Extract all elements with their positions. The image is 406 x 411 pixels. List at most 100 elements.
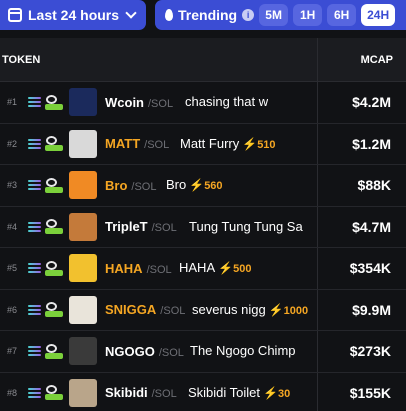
token-description: Skibidi Toilet ⚡30 bbox=[188, 384, 291, 400]
mcap-value: $354K bbox=[349, 260, 391, 277]
boost-badge: ⚡500 bbox=[218, 261, 252, 276]
token-pair: /SOL bbox=[148, 97, 174, 110]
token-description: Tung Tung Tung Sa bbox=[189, 218, 303, 234]
token-pair: /SOL bbox=[160, 305, 186, 318]
table-row[interactable]: #8 Skibidi/SOL Skibidi Toilet ⚡30 $155K bbox=[0, 373, 406, 411]
dex-icon bbox=[44, 385, 64, 401]
solana-icon bbox=[28, 97, 41, 108]
token-pair: /SOL bbox=[146, 263, 172, 276]
top-toolbar: Last 24 hours Trending i 5M 1H 6H 24H bbox=[0, 0, 406, 38]
mcap-value: $155K bbox=[349, 384, 391, 401]
token-name[interactable]: MATT/SOL bbox=[105, 136, 169, 151]
timeframe-5m[interactable]: 5M bbox=[259, 4, 289, 26]
trending-button[interactable]: Trending i bbox=[165, 7, 255, 23]
token-pair: /SOL bbox=[144, 139, 170, 152]
bolt-icon: ⚡ bbox=[268, 302, 284, 317]
timeframe-24h[interactable]: 24H bbox=[361, 4, 396, 26]
solana-icon bbox=[28, 346, 41, 357]
timeframe-6h[interactable]: 6H bbox=[327, 4, 357, 26]
rank-label: #8 bbox=[7, 387, 18, 398]
rank-label: #2 bbox=[7, 138, 18, 149]
token-name[interactable]: HAHA/SOL bbox=[105, 261, 172, 276]
token-description: chasing that w bbox=[185, 94, 269, 110]
avatar bbox=[69, 129, 97, 158]
boost-badge: ⚡1000 bbox=[268, 302, 309, 317]
token-name[interactable]: Skibidi/SOL bbox=[105, 385, 177, 400]
solana-icon bbox=[28, 221, 41, 232]
token-pair: /SOL bbox=[151, 388, 177, 401]
dex-icon bbox=[44, 343, 64, 359]
avatar bbox=[69, 212, 97, 241]
table-header: TOKEN MCAP bbox=[0, 38, 406, 82]
time-filter-label: Last 24 hours bbox=[28, 7, 120, 23]
token-name[interactable]: Bro/SOL bbox=[105, 178, 156, 193]
dex-icon bbox=[44, 219, 64, 235]
avatar bbox=[69, 254, 97, 283]
token-description: Bro ⚡560 bbox=[166, 177, 223, 193]
boost-badge: ⚡560 bbox=[189, 178, 223, 193]
mcap-value: $9.9M bbox=[352, 301, 391, 318]
solana-icon bbox=[28, 304, 41, 315]
chevron-down-icon bbox=[125, 7, 137, 19]
token-description: HAHA ⚡500 bbox=[179, 260, 252, 276]
bolt-icon: ⚡ bbox=[189, 178, 205, 193]
table-row[interactable]: #6 SNIGGA/SOL severus nigg ⚡1000 $9.9M bbox=[0, 290, 406, 331]
rank-label: #6 bbox=[7, 304, 18, 315]
trending-label: Trending bbox=[178, 7, 238, 23]
dex-icon bbox=[44, 136, 64, 152]
boost-count: 1000 bbox=[283, 304, 309, 317]
rank-label: #5 bbox=[7, 263, 18, 274]
token-pair: /SOL bbox=[151, 222, 177, 235]
token-description: severus nigg ⚡1000 bbox=[192, 301, 309, 317]
boost-count: 30 bbox=[277, 387, 291, 400]
token-pair: /SOL bbox=[158, 346, 184, 359]
dex-icon bbox=[44, 94, 64, 110]
table-row[interactable]: #7 NGOGO/SOL The Ngogo Chimp $273K bbox=[0, 331, 406, 373]
table-row[interactable]: #5 HAHA/SOL HAHA ⚡500 $354K bbox=[0, 248, 406, 290]
dex-icon bbox=[44, 177, 64, 193]
calendar-icon bbox=[8, 8, 22, 22]
token-name[interactable]: SNIGGA/SOL bbox=[105, 302, 185, 317]
token-description: Matt Furry ⚡510 bbox=[180, 135, 276, 151]
token-description: The Ngogo Chimp bbox=[190, 343, 296, 359]
token-table: #1 Wcoin/SOL chasing that w $4.2M #2 MAT… bbox=[0, 82, 406, 411]
info-icon[interactable]: i bbox=[242, 9, 255, 21]
table-row[interactable]: #3 Bro/SOL Bro ⚡560 $88K bbox=[0, 165, 406, 207]
mcap-value: $273K bbox=[349, 343, 391, 360]
header-token[interactable]: TOKEN bbox=[2, 54, 40, 66]
solana-icon bbox=[28, 138, 41, 149]
token-pair: /SOL bbox=[131, 180, 157, 193]
dex-icon bbox=[44, 260, 64, 276]
avatar bbox=[69, 378, 97, 407]
table-row[interactable]: #2 MATT/SOL Matt Furry ⚡510 $1.2M bbox=[0, 124, 406, 165]
boost-badge: ⚡30 bbox=[263, 386, 291, 400]
rank-label: #7 bbox=[7, 346, 18, 357]
boost-badge: ⚡510 bbox=[242, 136, 276, 151]
table-row[interactable]: #4 TripleT/SOL Tung Tung Tung Sa $4.7M bbox=[0, 207, 406, 248]
mcap-value: $1.2M bbox=[352, 135, 391, 152]
avatar bbox=[69, 337, 97, 366]
table-row[interactable]: #1 Wcoin/SOL chasing that w $4.2M bbox=[0, 82, 406, 124]
avatar bbox=[69, 295, 97, 324]
solana-icon bbox=[28, 263, 41, 274]
boost-count: 500 bbox=[233, 263, 252, 276]
timeframe-1h[interactable]: 1H bbox=[293, 4, 323, 26]
avatar bbox=[69, 88, 97, 117]
bolt-icon: ⚡ bbox=[242, 136, 258, 151]
token-name[interactable]: TripleT/SOL bbox=[105, 219, 177, 234]
token-name[interactable]: NGOGO/SOL bbox=[105, 344, 184, 359]
mcap-value: $4.7M bbox=[352, 218, 391, 235]
boost-count: 560 bbox=[204, 180, 223, 193]
trending-filter: Trending i 5M 1H 6H 24H bbox=[155, 0, 406, 30]
boost-count: 510 bbox=[257, 138, 276, 151]
rank-label: #4 bbox=[7, 221, 18, 232]
rank-label: #3 bbox=[7, 180, 18, 191]
header-mcap[interactable]: MCAP bbox=[361, 54, 393, 66]
time-filter-button[interactable]: Last 24 hours bbox=[0, 0, 146, 30]
token-name[interactable]: Wcoin/SOL bbox=[105, 95, 173, 110]
mcap-value: $4.2M bbox=[352, 94, 391, 111]
mcap-value: $88K bbox=[357, 177, 391, 194]
solana-icon bbox=[28, 387, 41, 398]
dex-icon bbox=[44, 302, 64, 318]
bolt-icon: ⚡ bbox=[218, 261, 234, 276]
